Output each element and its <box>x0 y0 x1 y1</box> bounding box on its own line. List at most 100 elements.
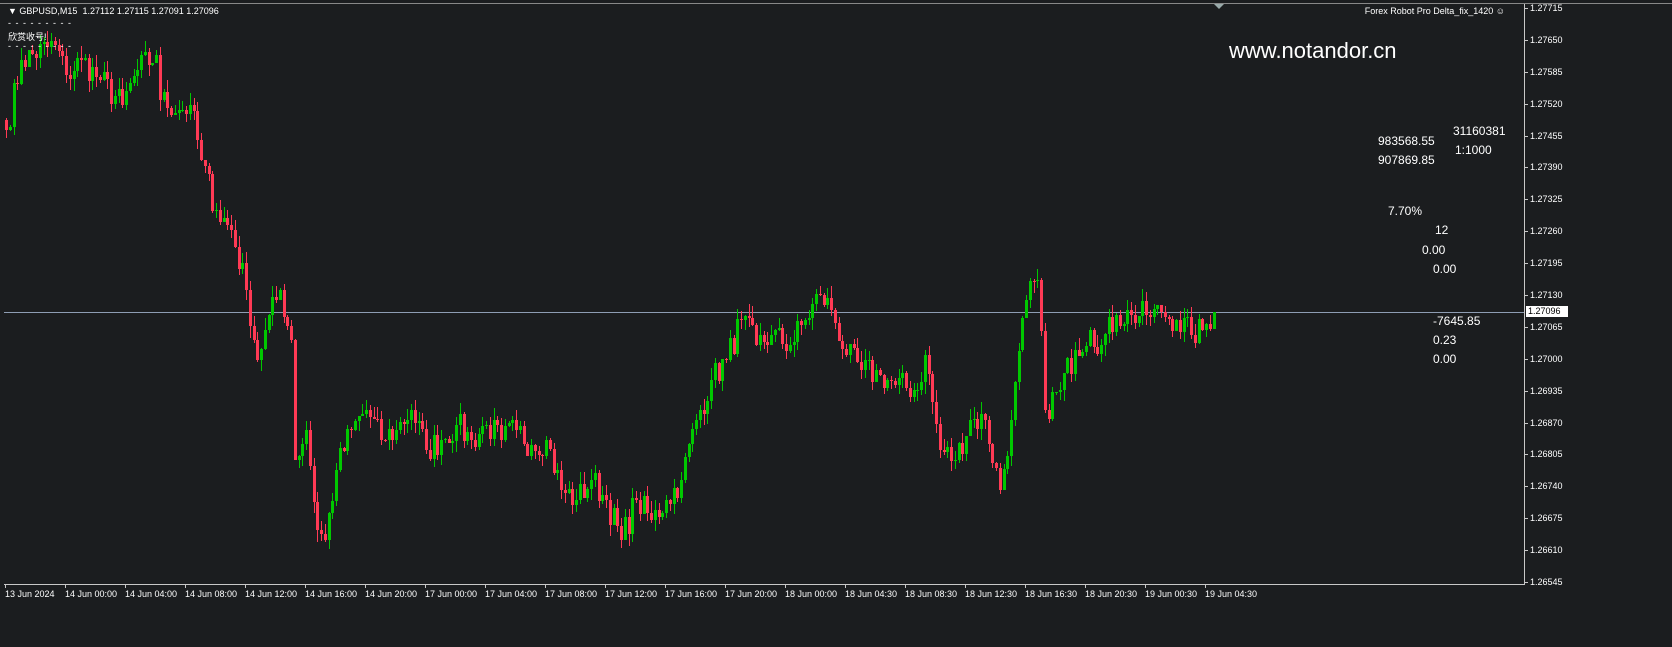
candle-body <box>646 496 650 513</box>
candle-body <box>61 50 65 56</box>
x-tick-label: 19 Jun 04:30 <box>1205 589 1258 599</box>
candle-body <box>200 140 203 161</box>
candle-body <box>350 429 353 431</box>
candle-body <box>443 438 447 440</box>
candle-body <box>421 421 425 429</box>
candle-body <box>556 470 560 473</box>
candle-body <box>1077 349 1081 356</box>
candle-body <box>1103 334 1107 346</box>
y-tick <box>1524 231 1528 233</box>
candle-body <box>451 441 455 443</box>
candle-wick <box>276 285 277 303</box>
candle-body <box>237 247 241 269</box>
y-tick-label: 1.27585 <box>1530 66 1563 77</box>
candle-body <box>327 513 331 540</box>
candle-body <box>500 424 503 440</box>
candle-body <box>800 321 803 325</box>
candle-body <box>882 374 886 389</box>
candle-body <box>770 334 773 345</box>
y-tick-label: 1.26870 <box>1530 417 1563 428</box>
x-tick-label: 17 Jun 00:00 <box>425 589 478 599</box>
candle-body <box>560 470 563 490</box>
candle-body <box>758 334 762 346</box>
candle-body <box>230 224 233 230</box>
candle-body <box>372 417 376 420</box>
candle-body <box>353 420 357 430</box>
x-tick <box>125 584 126 588</box>
candle-body <box>185 110 188 114</box>
candle-body <box>518 426 522 430</box>
candle-body <box>953 459 957 462</box>
candle-body <box>893 380 897 385</box>
value-2: 0.00 <box>1433 262 1457 276</box>
candle-body <box>878 369 882 375</box>
y-tick <box>1524 454 1528 456</box>
candle-body <box>608 500 612 525</box>
candle-body <box>1115 315 1118 332</box>
candle-body <box>1092 329 1096 348</box>
candle-body <box>365 409 368 415</box>
y-tick-label: 1.27715 <box>1530 3 1563 13</box>
x-tick <box>65 584 66 588</box>
lots: 0.23 <box>1433 333 1457 347</box>
candle-body <box>1081 352 1085 356</box>
candle-body <box>170 108 173 116</box>
candle-body <box>826 298 830 305</box>
candle-body <box>16 82 20 84</box>
candle-body <box>571 489 575 506</box>
candle-body <box>1040 279 1043 332</box>
candle-body <box>203 160 207 166</box>
x-tick <box>365 584 366 588</box>
candle-body <box>1073 349 1077 374</box>
candle-body <box>492 419 496 440</box>
candle-body <box>222 218 226 222</box>
candle-body <box>458 414 462 425</box>
candle-body <box>777 327 781 331</box>
x-tick <box>305 584 306 588</box>
candle-body <box>841 341 845 350</box>
candle-body <box>162 91 166 100</box>
candle-body <box>713 362 717 380</box>
candle-body <box>312 465 316 502</box>
smiley-icon: ☺ <box>1495 6 1505 16</box>
y-tick-label: 1.27650 <box>1530 34 1563 45</box>
x-tick-label: 14 Jun 16:00 <box>305 589 358 599</box>
candle-body <box>290 326 293 341</box>
candle-body <box>938 424 942 451</box>
y-tick-label: 1.26935 <box>1530 385 1563 396</box>
x-tick-label: 14 Jun 12:00 <box>245 589 298 599</box>
candle-body <box>635 498 638 501</box>
candle-body <box>886 379 890 389</box>
candle-body <box>1010 420 1013 456</box>
candle-body <box>320 529 323 534</box>
x-tick-label: 17 Jun 20:00 <box>725 589 778 599</box>
candle-body <box>1017 350 1021 383</box>
candle-body <box>721 359 725 381</box>
candle-body <box>1145 300 1148 316</box>
dash-line: - - - - - - - - - <box>8 18 72 28</box>
candle-body <box>657 509 661 517</box>
candle-body <box>1032 281 1036 283</box>
candle-body <box>1062 373 1066 390</box>
x-tick-label: 18 Jun 20:30 <box>1085 589 1138 599</box>
price-chart[interactable] <box>4 4 1525 585</box>
account-number: 31160381 <box>1453 124 1506 138</box>
candle-body <box>177 110 181 113</box>
expert-advisor-label[interactable]: Forex Robot Pro Delta_fix_1420 ☺ <box>1365 6 1505 16</box>
candle-body <box>245 262 248 291</box>
candle-body <box>1137 316 1141 323</box>
candle-body <box>1025 299 1028 318</box>
margin-level: 7.70% <box>1388 204 1423 218</box>
candle-body <box>732 338 736 354</box>
x-tick <box>605 584 606 588</box>
candle-wick <box>1037 268 1039 289</box>
candle-body <box>1141 300 1145 317</box>
candle-body <box>837 323 841 342</box>
y-tick-label: 1.27520 <box>1530 98 1563 109</box>
candle-body <box>192 105 196 111</box>
y-tick <box>1524 39 1528 41</box>
chart-shift-marker[interactable] <box>1214 4 1224 9</box>
candle-body <box>931 373 935 402</box>
candle-body <box>241 262 245 269</box>
candle-body <box>1205 323 1208 330</box>
